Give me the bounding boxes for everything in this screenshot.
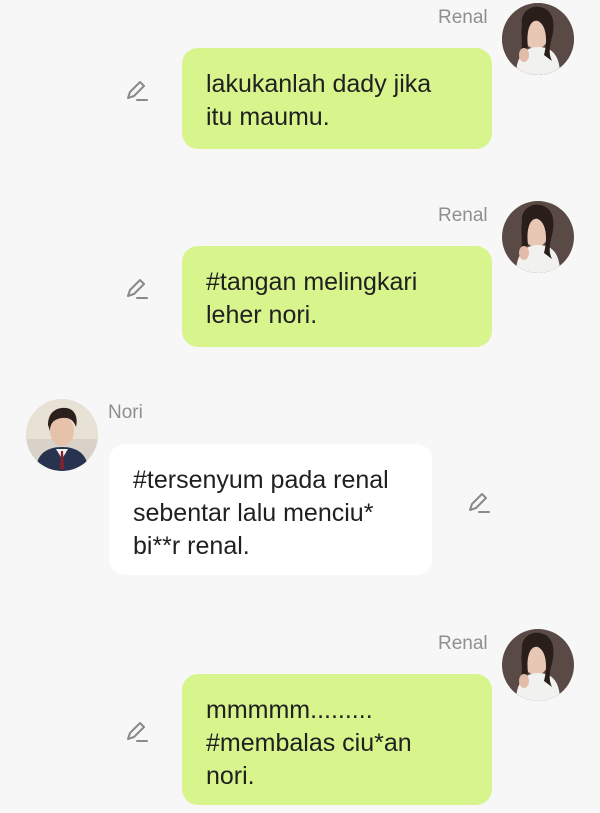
message-bubble[interactable]: #tangan melingkari leher nori. bbox=[182, 246, 492, 347]
sender-name: Renal bbox=[438, 205, 488, 226]
avatar-renal[interactable] bbox=[502, 3, 574, 75]
sender-name: Renal bbox=[438, 633, 488, 654]
edit-icon[interactable] bbox=[466, 490, 492, 516]
message-row: Renal mmmmm......... #membalas ciu*an no… bbox=[0, 626, 600, 813]
edit-icon[interactable] bbox=[124, 719, 150, 745]
edit-icon[interactable] bbox=[124, 78, 150, 104]
avatar-renal[interactable] bbox=[502, 201, 574, 273]
message-row: Renal lakukanlah dady jika itu maumu. bbox=[0, 0, 600, 160]
avatar-renal[interactable] bbox=[502, 629, 574, 701]
edit-icon[interactable] bbox=[124, 276, 150, 302]
message-bubble[interactable]: #tersenyum pada renal sebentar lalu menc… bbox=[109, 444, 432, 575]
sender-name: Renal bbox=[438, 7, 488, 28]
message-row: Nori #tersenyum pada renal sebentar lalu… bbox=[0, 396, 600, 586]
message-bubble[interactable]: lakukanlah dady jika itu maumu. bbox=[182, 48, 492, 149]
message-bubble[interactable]: mmmmm......... #membalas ciu*an nori. bbox=[182, 674, 492, 805]
avatar-nori[interactable] bbox=[26, 399, 98, 471]
message-row: Renal #tangan melingkari leher nori. bbox=[0, 198, 600, 358]
sender-name: Nori bbox=[108, 402, 143, 423]
